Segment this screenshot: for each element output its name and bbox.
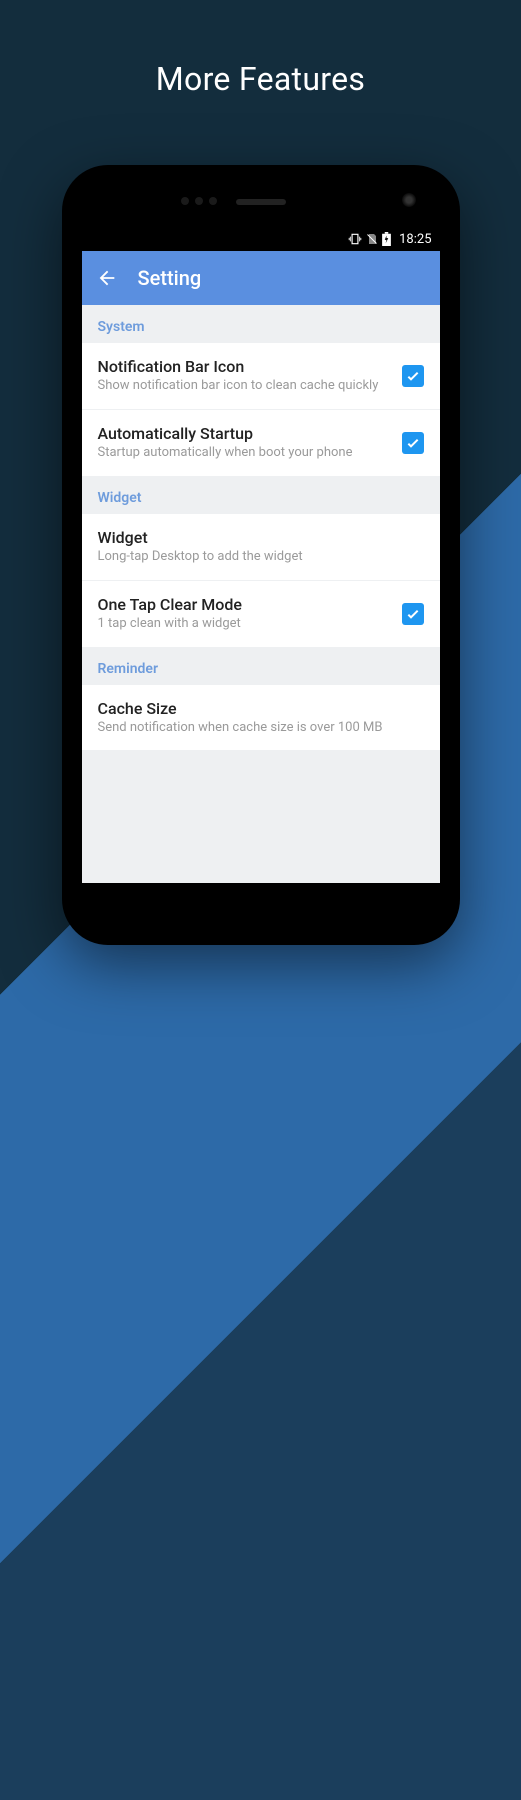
row-widget[interactable]: Widget Long-tap Desktop to add the widge… [82, 514, 440, 580]
row-subtitle: 1 tap clean with a widget [98, 616, 390, 633]
app-bar: Setting [82, 251, 440, 305]
row-subtitle: Show notification bar icon to clean cach… [98, 378, 390, 395]
row-automatically-startup[interactable]: Automatically Startup Startup automatica… [82, 410, 440, 476]
settings-content[interactable]: System Notification Bar Icon Show notifi… [82, 305, 440, 750]
vibrate-icon [348, 232, 362, 246]
back-icon[interactable] [96, 267, 118, 289]
row-title: Automatically Startup [98, 424, 390, 443]
phone-sensors [181, 197, 217, 205]
section-header-widget: Widget [82, 476, 440, 514]
phone-frame: 18:25 Setting System Notification Bar Ic… [62, 165, 460, 945]
row-cache-size[interactable]: Cache Size Send notification when cache … [82, 685, 440, 751]
row-title: Cache Size [98, 699, 424, 718]
phone-camera [402, 193, 416, 207]
checkbox-automatically-startup[interactable] [402, 432, 424, 454]
checkbox-one-tap-clear-mode[interactable] [402, 603, 424, 625]
row-subtitle: Long-tap Desktop to add the widget [98, 549, 424, 566]
section-header-reminder: Reminder [82, 647, 440, 685]
check-icon [405, 368, 421, 384]
row-notification-bar-icon[interactable]: Notification Bar Icon Show notification … [82, 343, 440, 409]
status-time: 18:25 [399, 232, 431, 247]
checkbox-notification-bar-icon[interactable] [402, 365, 424, 387]
promo-title: More Features [0, 60, 521, 98]
status-bar: 18:25 [82, 227, 440, 251]
row-title: One Tap Clear Mode [98, 595, 390, 614]
battery-icon [382, 232, 391, 246]
row-title: Widget [98, 528, 424, 547]
check-icon [405, 435, 421, 451]
no-sim-icon [366, 232, 378, 246]
check-icon [405, 606, 421, 622]
row-subtitle: Startup automatically when boot your pho… [98, 445, 390, 462]
row-title: Notification Bar Icon [98, 357, 390, 376]
section-header-system: System [82, 305, 440, 343]
row-one-tap-clear-mode[interactable]: One Tap Clear Mode 1 tap clean with a wi… [82, 581, 440, 647]
app-bar-title: Setting [138, 266, 202, 290]
phone-screen: 18:25 Setting System Notification Bar Ic… [82, 227, 440, 883]
row-subtitle: Send notification when cache size is ove… [98, 720, 424, 737]
phone-speaker [236, 199, 286, 205]
